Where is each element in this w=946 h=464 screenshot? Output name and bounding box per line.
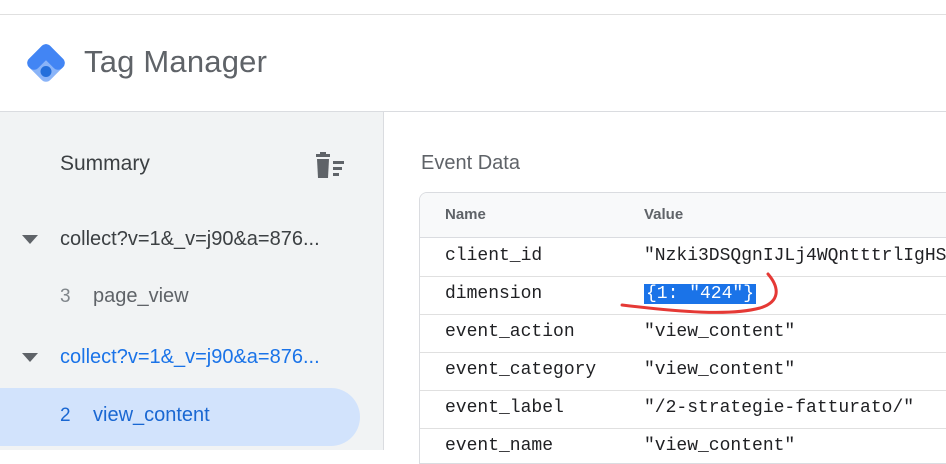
event-number: 3: [60, 286, 71, 307]
event-data-table: Name Value client_id "Nzki3DSQgnIJLj4WQn…: [419, 192, 946, 464]
caret-down-icon[interactable]: [22, 353, 38, 362]
row-value[interactable]: {1: "424"}: [644, 284, 757, 304]
row-value[interactable]: "/2-strategie-fatturato/": [644, 398, 914, 418]
summary-label: Summary: [60, 152, 150, 175]
event-name: view_content: [93, 404, 210, 426]
app-title: Tag Manager: [84, 44, 268, 79]
selected-text-highlight[interactable]: {1: "424"}: [644, 284, 757, 304]
table-row: client_id "Nzki3DSQgnIJLj4WQntttrlIgHSK: [420, 238, 946, 277]
row-value[interactable]: "view_content": [644, 436, 795, 456]
event-name: page_view: [93, 285, 189, 307]
row-value[interactable]: "view_content": [644, 360, 795, 380]
event-item-view-content[interactable]: 2 view_content: [0, 388, 360, 446]
column-header-value: Value: [644, 206, 684, 223]
caret-down-icon[interactable]: [22, 235, 38, 244]
table-row: event_category "view_content": [420, 352, 946, 391]
row-name: client_id: [445, 246, 543, 266]
event-item-page-view[interactable]: 3 page_view: [0, 269, 360, 327]
request-collect-2[interactable]: collect?v=1&_v=j90&a=876...: [0, 333, 383, 383]
table-header: Name Value: [420, 193, 946, 238]
delete-sweep-icon[interactable]: [314, 151, 346, 181]
table-row: event_action "view_content": [420, 314, 946, 353]
tag-manager-logo-icon: [27, 44, 65, 82]
table-row: event_name "view_content": [420, 428, 946, 463]
event-number: 2: [60, 405, 71, 426]
row-name: event_label: [445, 398, 564, 418]
request-collect-1[interactable]: collect?v=1&_v=j90&a=876...: [0, 215, 383, 265]
row-value[interactable]: "view_content": [644, 322, 795, 342]
main-panel: Event Data Name Value client_id "Nzki3DS…: [384, 112, 946, 464]
app-header: Tag Manager: [0, 15, 946, 112]
section-title: Event Data: [421, 152, 520, 174]
summary-row[interactable]: Summary: [0, 140, 383, 192]
request-label: collect?v=1&_v=j90&a=876...: [60, 228, 320, 250]
table-row: dimension {1: "424"}: [420, 276, 946, 315]
row-name: dimension: [445, 284, 543, 304]
request-label: collect?v=1&_v=j90&a=876...: [60, 346, 320, 368]
sidebar: Summary collect?v=1&_v=j90&a=876... 3 pa…: [0, 112, 384, 450]
column-header-name: Name: [445, 206, 486, 223]
row-value[interactable]: "Nzki3DSQgnIJLj4WQntttrlIgHSK: [644, 246, 946, 266]
table-row: event_label "/2-strategie-fatturato/": [420, 390, 946, 429]
row-name: event_category: [445, 360, 597, 380]
row-name: event_name: [445, 436, 554, 456]
row-name: event_action: [445, 322, 575, 342]
